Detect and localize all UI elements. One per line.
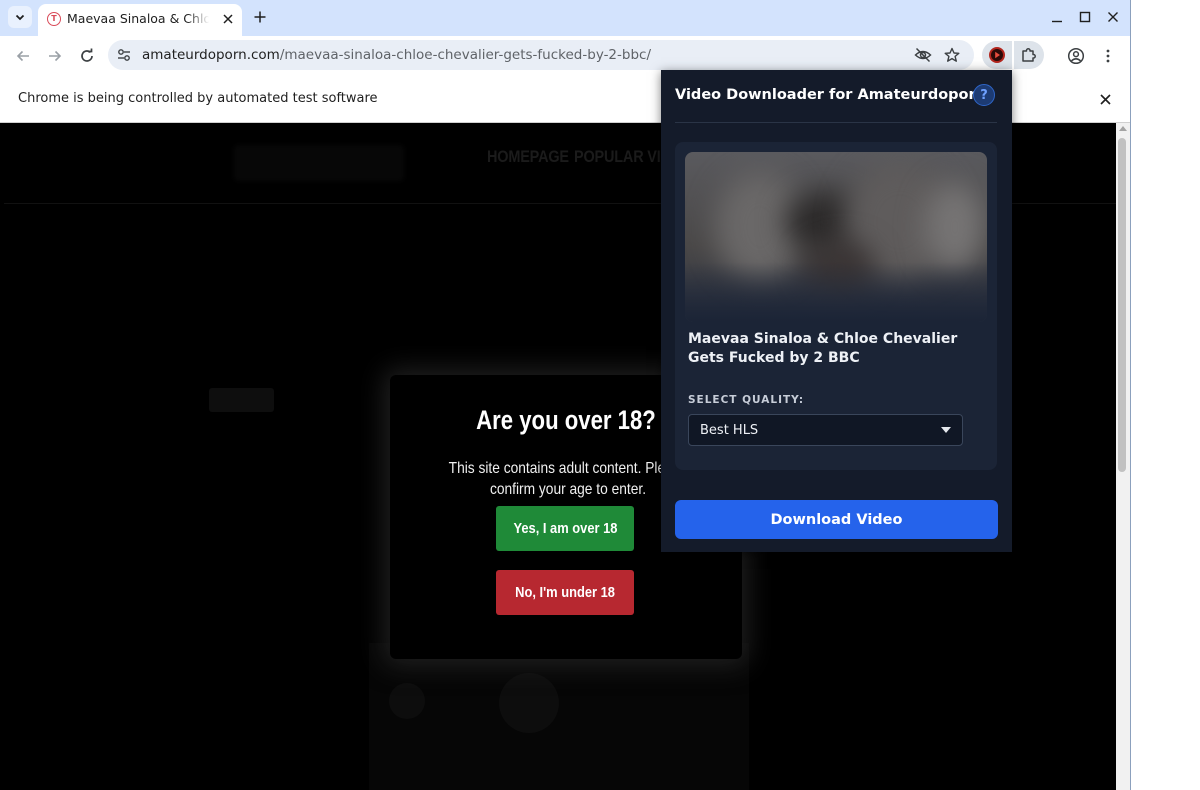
profile-icon: [1067, 47, 1085, 65]
bookmark-button[interactable]: [943, 46, 961, 64]
reload-button[interactable]: [75, 44, 99, 68]
scroll-up-arrow-icon[interactable]: [1119, 126, 1127, 131]
tab-title: Maevaa Sinaloa & Chloe Chevalier Gets Fu…: [67, 11, 209, 26]
url-host: amateurdoporn.com: [142, 47, 280, 63]
browser-window: T Maevaa Sinaloa & Chloe Chevalier Gets …: [0, 0, 1131, 790]
tracking-protection-button[interactable]: [914, 46, 932, 64]
video-player-dimmed: [369, 643, 749, 790]
site-logo[interactable]: [234, 145, 404, 181]
arrow-left-icon: [16, 50, 29, 62]
infobar-text: Chrome is being controlled by automated …: [18, 91, 378, 106]
maximize-button[interactable]: [1077, 9, 1093, 25]
forward-button[interactable]: [43, 44, 67, 68]
dimmed-badge: [209, 388, 274, 412]
quality-selected-value: Best HLS: [700, 423, 759, 438]
close-icon: [1099, 93, 1111, 105]
dropdown-caret-icon: [941, 427, 951, 433]
quality-label: SELECT QUALITY:: [688, 394, 805, 406]
control-dimmed: [389, 683, 425, 719]
video-downloader-extension-button[interactable]: [982, 41, 1012, 69]
extensions-button[interactable]: [1014, 41, 1044, 69]
tab-search-button[interactable]: [8, 6, 32, 28]
quality-select[interactable]: Best HLS: [688, 414, 963, 446]
close-window-button[interactable]: [1105, 9, 1121, 25]
reload-icon: [81, 48, 93, 62]
back-button[interactable]: [11, 44, 35, 68]
video-title: Maevaa Sinaloa & Chloe Chevalier Gets Fu…: [688, 331, 958, 366]
site-settings-icon[interactable]: [116, 47, 132, 63]
tab-active[interactable]: T Maevaa Sinaloa & Chloe Chevalier Gets …: [38, 4, 242, 36]
puzzle-icon: [1022, 48, 1036, 62]
page-scrollbar[interactable]: [1116, 123, 1130, 790]
age-confirm-button[interactable]: Yes, I am over 18: [496, 506, 634, 551]
nav-homepage[interactable]: HOMEPAGE: [487, 147, 569, 167]
new-tab-button[interactable]: [250, 7, 270, 27]
maximize-icon: [1079, 11, 1091, 23]
site-favicon-icon: T: [47, 12, 61, 26]
popup-divider: [675, 122, 997, 123]
tab-strip: T Maevaa Sinaloa & Chloe Chevalier Gets …: [0, 0, 1130, 36]
url-text[interactable]: amateurdoporn.com/maevaa-sinaloa-chloe-c…: [142, 47, 651, 63]
more-vert-icon: [1106, 49, 1110, 63]
plus-icon: [254, 11, 266, 23]
popup-title: Video Downloader for Amateurdoporn: [675, 87, 986, 103]
help-button[interactable]: ?: [973, 84, 995, 106]
url-path: /maevaa-sinaloa-chloe-chevalier-gets-fuc…: [279, 47, 652, 63]
age-deny-label: No, I'm under 18: [515, 584, 615, 601]
download-video-button[interactable]: Download Video: [675, 500, 998, 539]
address-bar[interactable]: amateurdoporn.com/maevaa-sinaloa-chloe-c…: [108, 40, 974, 70]
tab-close-button[interactable]: [219, 10, 237, 28]
star-icon: [944, 47, 960, 62]
play-button-dimmed: [499, 673, 559, 733]
age-confirm-label: Yes, I am over 18: [512, 520, 617, 537]
age-deny-button[interactable]: No, I'm under 18: [496, 570, 634, 615]
video-card: Maevaa Sinaloa & Chloe Chevalier Gets Fu…: [675, 142, 997, 470]
record-icon: [989, 47, 1005, 63]
eye-off-icon: [914, 47, 932, 63]
desktop-background: [1131, 0, 1200, 790]
extension-popup: Video Downloader for Amateurdoporn ? Mae…: [661, 70, 1012, 552]
profile-button[interactable]: [1064, 44, 1088, 68]
minimize-button[interactable]: [1049, 9, 1065, 25]
scroll-thumb[interactable]: [1118, 138, 1126, 472]
chevron-down-icon: [15, 14, 25, 21]
infobar-close-button[interactable]: [1096, 90, 1114, 108]
minimize-icon: [1052, 20, 1062, 23]
menu-button[interactable]: [1096, 44, 1120, 68]
close-icon: [1108, 12, 1118, 22]
close-icon: [223, 14, 233, 24]
video-thumbnail: [685, 152, 987, 322]
arrow-right-icon: [49, 50, 62, 62]
